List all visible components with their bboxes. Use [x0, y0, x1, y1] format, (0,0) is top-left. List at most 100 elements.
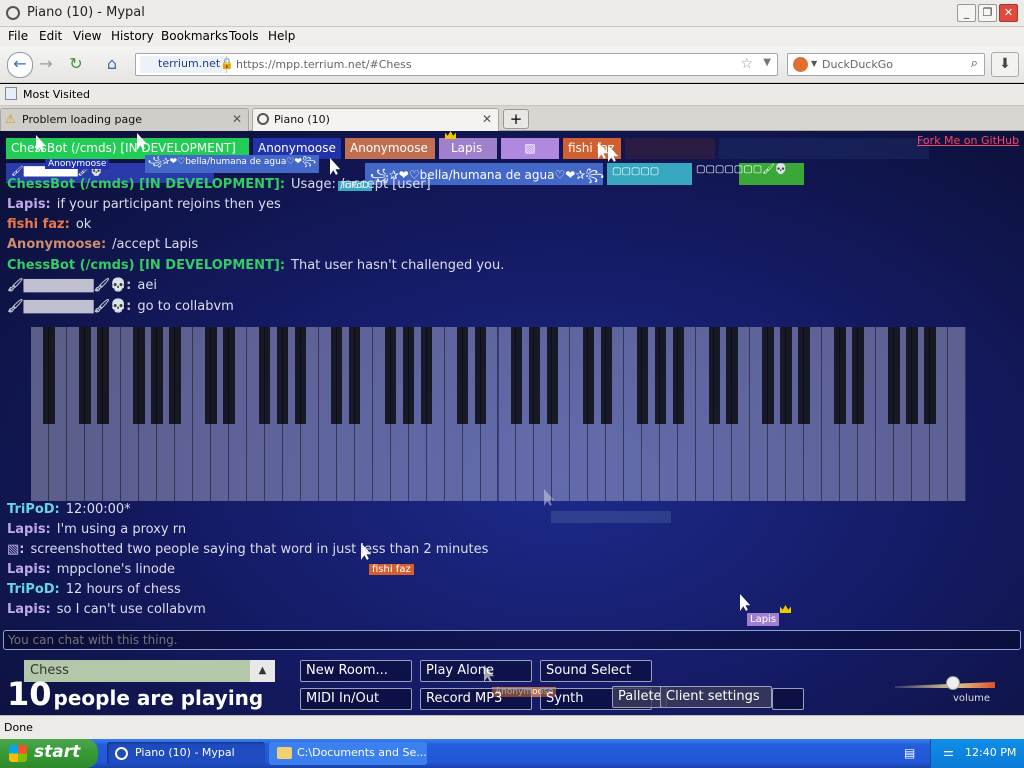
close-tab-icon[interactable]: ✕	[232, 112, 242, 126]
duckduckgo-icon[interactable]	[793, 57, 808, 72]
close-tab-icon[interactable]: ✕	[482, 112, 492, 126]
volume-slider[interactable]	[895, 676, 995, 690]
menu-bar: File Edit View History Bookmarks Tools H…	[0, 27, 1024, 47]
home-icon[interactable]: ⌂	[100, 53, 124, 77]
black-key[interactable]	[258, 327, 271, 424]
black-key[interactable]	[852, 327, 864, 424]
black-key[interactable]	[510, 327, 523, 424]
new-room-button[interactable]: New Room...	[300, 660, 412, 682]
url-text[interactable]: https://mpp.terrium.net/#Chess	[236, 58, 412, 71]
black-key[interactable]	[43, 327, 55, 424]
url-dropdown-icon[interactable]: ▼	[763, 57, 771, 68]
bookmark-most-visited[interactable]: Most Visited	[23, 88, 90, 101]
chat-message-text: go to collabvm	[137, 299, 234, 314]
warning-icon: ⚠	[5, 112, 16, 126]
white-key[interactable]	[948, 327, 966, 501]
participant-tag[interactable]: Lapis	[439, 138, 497, 159]
extra-button[interactable]	[772, 688, 804, 710]
menu-edit[interactable]: Edit	[39, 29, 62, 43]
menu-history[interactable]: History	[111, 29, 154, 43]
minimize-button[interactable]: _	[957, 4, 976, 22]
pallete-button[interactable]: Pallete	[612, 686, 667, 708]
piano-keyboard[interactable]	[31, 327, 966, 501]
play-alone-button[interactable]: Play Alone	[420, 660, 532, 682]
start-button[interactable]: start	[0, 739, 98, 768]
keyboard-icon[interactable]: ▤	[904, 746, 915, 760]
participant-tag[interactable]: Anonymoose	[345, 138, 435, 159]
black-key[interactable]	[906, 327, 918, 424]
black-key[interactable]	[672, 327, 685, 424]
black-key[interactable]	[834, 327, 846, 424]
volume-track[interactable]	[895, 682, 995, 688]
black-key[interactable]	[348, 327, 361, 424]
cursor-nametag: Anonymoose	[45, 159, 110, 169]
black-key[interactable]	[474, 327, 487, 424]
black-key[interactable]	[205, 327, 217, 424]
tab-problem-loading[interactable]: ⚠ Problem loading page ✕	[0, 108, 249, 131]
back-arrow-icon[interactable]: ←	[7, 52, 33, 78]
black-key[interactable]	[97, 327, 109, 424]
black-key[interactable]	[330, 327, 343, 424]
black-key[interactable]	[636, 327, 649, 424]
black-key[interactable]	[546, 327, 559, 424]
star-icon[interactable]: ☆	[740, 56, 753, 72]
client-settings-button[interactable]: Client settings	[660, 686, 772, 708]
fork-me-github-link[interactable]: Fork Me on GitHub	[917, 134, 1019, 147]
chat-message-author: ChessBot (/cmds) [IN DEVELOPMENT]:	[7, 258, 286, 273]
participant-tag-faded[interactable]	[719, 138, 929, 159]
black-key[interactable]	[888, 327, 900, 424]
menu-help[interactable]: Help	[268, 29, 295, 43]
forward-arrow-icon[interactable]: →	[34, 53, 58, 77]
bookmark-folder-icon	[5, 87, 17, 100]
volume-knob[interactable]	[946, 676, 960, 690]
network-icon[interactable]: ⚌	[943, 745, 954, 759]
tab-piano[interactable]: Piano (10) ✕	[252, 108, 499, 131]
black-key[interactable]	[780, 327, 792, 424]
black-key[interactable]	[384, 327, 397, 424]
black-key[interactable]	[402, 327, 415, 424]
search-engine-dropdown-icon[interactable]: ▼	[811, 59, 817, 68]
black-key[interactable]	[294, 327, 307, 424]
menu-view[interactable]: View	[73, 29, 101, 43]
site-identity[interactable]: terrium.net	[140, 56, 228, 73]
black-key[interactable]	[456, 327, 469, 424]
black-key[interactable]	[276, 327, 289, 424]
close-window-button[interactable]: ✕	[999, 4, 1018, 22]
black-key[interactable]	[708, 327, 720, 424]
black-key[interactable]	[528, 327, 541, 424]
black-key[interactable]	[654, 327, 667, 424]
record-mp3-button[interactable]: Record MP3	[420, 688, 532, 710]
player-count-number: 10	[7, 675, 52, 713]
download-icon[interactable]: ⬇	[991, 52, 1019, 77]
black-key[interactable]	[133, 327, 145, 424]
black-key[interactable]	[169, 327, 181, 424]
menu-bookmarks[interactable]: Bookmarks	[161, 29, 228, 43]
participant-tag-faded[interactable]	[625, 138, 715, 159]
new-tab-button[interactable]: +	[503, 109, 529, 129]
black-key[interactable]	[924, 327, 936, 424]
black-key[interactable]	[79, 327, 91, 424]
url-bar[interactable]: terrium.net 🔒 https://mpp.terrium.net/#C…	[135, 53, 778, 76]
menu-file[interactable]: File	[8, 29, 28, 43]
taskbar-item-mypal[interactable]: Piano (10) - Mypal	[107, 742, 265, 765]
search-icon[interactable]: ⌕	[971, 56, 978, 71]
reload-icon[interactable]: ↻	[64, 53, 88, 77]
black-key[interactable]	[151, 327, 163, 424]
participant-tag[interactable]: ▧	[501, 138, 559, 159]
search-bar[interactable]: ▼ DuckDuckGo ⌕	[787, 53, 985, 76]
black-key[interactable]	[223, 327, 235, 424]
menu-tools[interactable]: Tools	[229, 29, 259, 43]
black-key[interactable]	[420, 327, 433, 424]
participant-tag-boxes[interactable]: ▢▢▢▢▢	[607, 163, 692, 185]
maximize-button[interactable]: ❐	[978, 4, 997, 22]
chat-input[interactable]	[3, 630, 1021, 650]
chat-message-text: I'm using a proxy rn	[56, 522, 187, 537]
black-key[interactable]	[582, 327, 595, 424]
black-key[interactable]	[726, 327, 738, 424]
midi-button[interactable]: MIDI In/Out	[300, 688, 412, 710]
taskbar-item-explorer[interactable]: C:\Documents and Se...	[269, 742, 427, 765]
black-key[interactable]	[600, 327, 613, 424]
black-key[interactable]	[798, 327, 810, 424]
black-key[interactable]	[762, 327, 774, 424]
sound-select-button[interactable]: Sound Select	[540, 660, 652, 682]
